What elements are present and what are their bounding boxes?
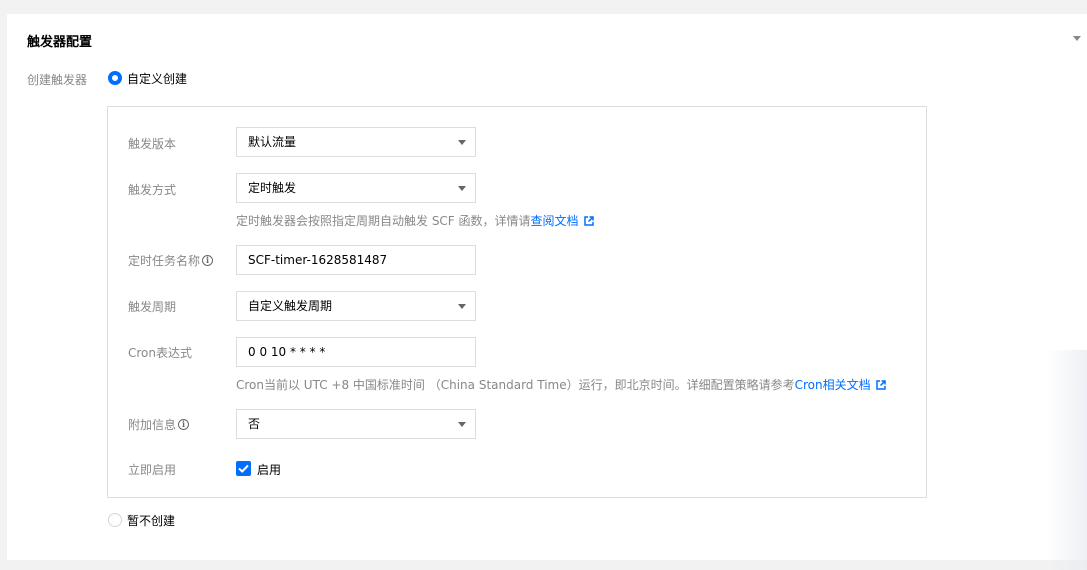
cron-label-text: Cron表达式 — [128, 346, 192, 360]
section-title: 触发器配置 — [27, 35, 93, 50]
enable-checkbox-label[interactable]: 启用 — [257, 461, 281, 478]
period-label-text: 触发周期 — [128, 300, 177, 314]
version-label-text: 触发版本 — [128, 137, 177, 151]
version-select-value: 默认流量 — [248, 135, 297, 149]
cron-docs-link[interactable]: Cron相关文档 — [795, 376, 871, 393]
version-select[interactable]: 默认流量 — [236, 127, 476, 157]
method-select-value: 定时触发 — [248, 181, 297, 195]
method-help: 定时触发器会按照指定周期自动触发 SCF 函数，详情请 查阅文档 — [236, 212, 594, 229]
enable-label: 立即启用 — [128, 461, 176, 478]
create-trigger-label: 创建触发器 — [27, 73, 88, 87]
chevron-down-icon — [458, 140, 466, 145]
version-label: 触发版本 — [128, 135, 176, 152]
external-link-icon[interactable] — [875, 379, 886, 390]
method-select[interactable]: 定时触发 — [236, 173, 476, 203]
extra-info-label: 附加信息 i — [128, 416, 190, 433]
enable-checkbox[interactable] — [236, 461, 251, 476]
period-label: 触发周期 — [128, 298, 176, 315]
chevron-down-icon — [458, 186, 466, 191]
edge-shadow — [1047, 350, 1087, 570]
check-icon — [238, 464, 249, 473]
chevron-down-icon — [458, 304, 466, 309]
task-name-input[interactable]: SCF-timer-1628581487 — [236, 245, 476, 275]
radio-no-create[interactable] — [108, 513, 122, 527]
info-icon[interactable]: i — [202, 255, 214, 266]
enable-label-text: 立即启用 — [128, 463, 177, 477]
method-label-text: 触发方式 — [128, 183, 177, 197]
collapse-chevron-icon[interactable] — [1073, 36, 1081, 41]
radio-custom-create-label[interactable]: 自定义创建 — [127, 70, 187, 87]
extra-info-label-text: 附加信息 — [128, 418, 177, 432]
method-help-text: 定时触发器会按照指定周期自动触发 SCF 函数，详情请 — [236, 214, 531, 228]
cron-help-text: Cron当前以 UTC +8 中国标准时间 （China Standard Ti… — [236, 378, 795, 392]
period-select-value: 自定义触发周期 — [248, 299, 333, 313]
custom-trigger-form: 触发版本 默认流量 触发方式 定时触发 定时触发器会按照指定周期自动触发 SCF… — [107, 106, 927, 498]
cron-input[interactable]: 0 0 10 * * * * — [236, 337, 476, 367]
cron-help: Cron当前以 UTC +8 中国标准时间 （China Standard Ti… — [236, 376, 886, 393]
method-label: 触发方式 — [128, 181, 176, 198]
task-name-label-text: 定时任务名称 — [128, 254, 201, 268]
cron-label: Cron表达式 — [128, 344, 192, 361]
chevron-down-icon — [458, 422, 466, 427]
extra-info-select-value: 否 — [248, 417, 261, 431]
radio-custom-create[interactable] — [108, 71, 122, 85]
radio-no-create-label[interactable]: 暂不创建 — [127, 512, 175, 529]
task-name-label: 定时任务名称 i — [128, 252, 214, 269]
period-select[interactable]: 自定义触发周期 — [236, 291, 476, 321]
trigger-config-panel: 触发器配置 创建触发器 自定义创建 触发版本 默认流量 触发方式 定时触发 定时… — [7, 14, 1087, 560]
external-link-icon[interactable] — [583, 215, 594, 226]
extra-info-select[interactable]: 否 — [236, 409, 476, 439]
info-icon[interactable]: i — [178, 419, 190, 430]
docs-link[interactable]: 查阅文档 — [531, 212, 579, 229]
